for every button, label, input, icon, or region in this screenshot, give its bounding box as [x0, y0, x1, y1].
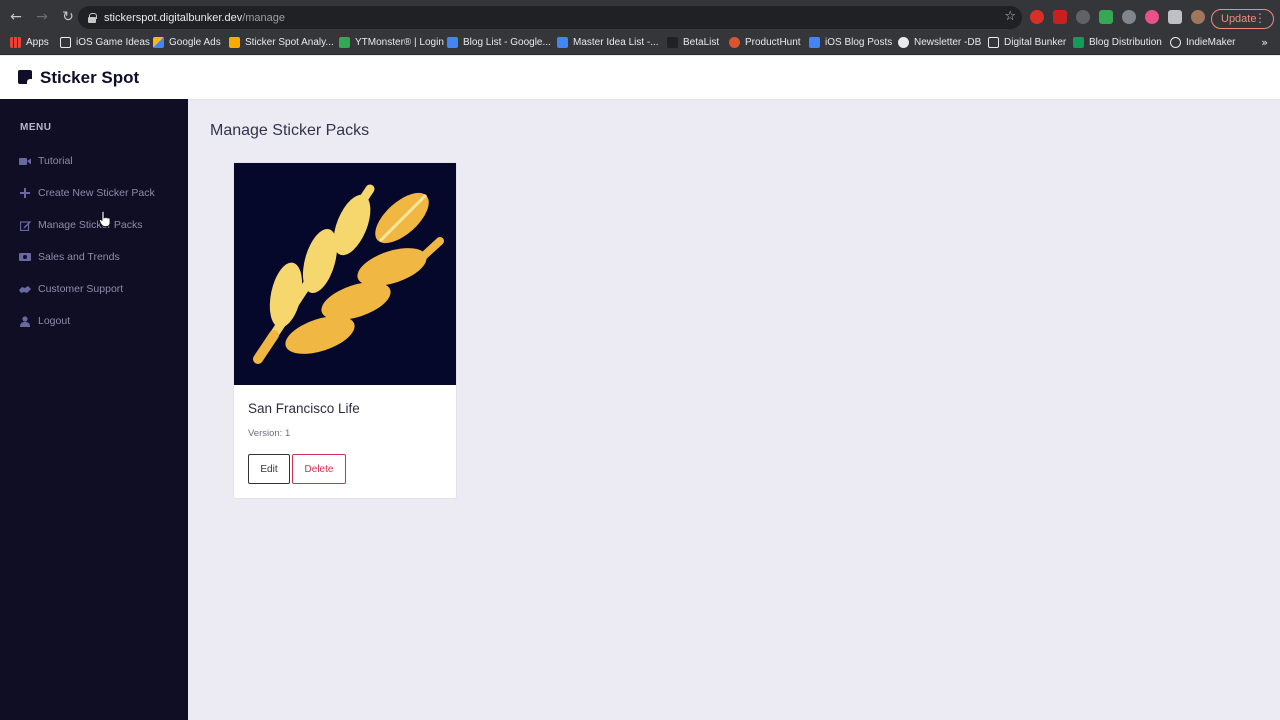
producthunt-icon	[729, 37, 740, 48]
address-bar[interactable]: stickerspot.digitalbunker.dev/manage ☆	[78, 6, 1022, 29]
sidebar: MENU Tutorial Create New Sticker Pack Ma…	[0, 99, 188, 720]
apps-grid-icon	[10, 37, 21, 48]
bookmark-blog-distribution[interactable]: Blog Distribution	[1073, 37, 1162, 48]
bookmark-label: YTMonster® | Login	[355, 37, 444, 48]
bookmark-digital-bunker[interactable]: Digital Bunker	[988, 37, 1066, 48]
bookmark-sticker-spot-analytics[interactable]: Sticker Spot Analy...	[229, 37, 334, 48]
sticker-pack-version: Version: 1	[248, 428, 291, 439]
bookmark-label: iOS Game Ideas	[76, 37, 150, 48]
bookmark-star-icon[interactable]: ☆	[1004, 9, 1016, 24]
user-icon	[19, 315, 31, 327]
sticker-pack-card: San Francisco Life Version: 1 Edit Delet…	[233, 162, 457, 499]
back-arrow-icon[interactable]: ←	[5, 6, 27, 28]
menu-heading: MENU	[20, 122, 52, 133]
sidebar-item-label: Manage Sticker Packs	[38, 219, 143, 231]
sticker-logo-icon[interactable]	[18, 70, 32, 84]
betalist-icon	[667, 37, 678, 48]
bookmark-label: Blog List - Google...	[463, 37, 551, 48]
ytmonster-icon	[339, 37, 350, 48]
extension-green-icon[interactable]	[1099, 10, 1113, 24]
update-button[interactable]: Update ⋮	[1211, 9, 1274, 29]
url-host: stickerspot.digitalbunker.dev	[104, 11, 243, 24]
bookmark-newsletter[interactable]: Newsletter -DB	[898, 37, 981, 48]
google-sheets-icon	[1073, 37, 1084, 48]
google-docs-icon	[809, 37, 820, 48]
extension-arrow-icon[interactable]	[1076, 10, 1090, 24]
globe-icon	[898, 37, 909, 48]
app-header: Sticker Spot	[0, 56, 1280, 99]
sidebar-item-customer-support[interactable]: Customer Support	[19, 281, 123, 297]
sidebar-item-label: Logout	[38, 315, 71, 327]
wheat-icon	[253, 184, 444, 364]
sticker-pack-title: San Francisco Life	[248, 401, 360, 416]
profile-avatar[interactable]	[1191, 10, 1205, 24]
money-icon	[19, 251, 31, 263]
bookmark-ios-game-ideas[interactable]: iOS Game Ideas	[60, 37, 150, 48]
bookmark-label: Apps	[26, 37, 49, 48]
extension-pink-icon[interactable]	[1145, 10, 1159, 24]
bookmark-label: Google Ads	[169, 37, 221, 48]
google-docs-icon	[447, 37, 458, 48]
bookmarks-more-icon[interactable]: »	[1261, 36, 1268, 49]
bookmark-label: Master Idea List -...	[573, 37, 659, 48]
sidebar-item-label: Create New Sticker Pack	[38, 187, 155, 199]
bookmark-label: Digital Bunker	[1004, 37, 1067, 48]
update-label: Update	[1221, 13, 1257, 25]
bookmark-master-idea-list[interactable]: Master Idea List -...	[557, 37, 659, 48]
bookmark-producthunt[interactable]: ProductHunt	[729, 37, 801, 48]
google-ads-icon	[153, 37, 164, 48]
analytics-icon	[229, 37, 240, 48]
bookmark-label: Sticker Spot Analy...	[245, 37, 334, 48]
bookmark-indiemaker[interactable]: IndieMaker	[1170, 37, 1235, 48]
hand-cursor-icon	[98, 210, 111, 232]
sidebar-item-sales-and-trends[interactable]: Sales and Trends	[19, 249, 120, 265]
indiemaker-icon	[1170, 37, 1181, 48]
sticker-pack-image[interactable]	[234, 163, 456, 385]
bookmark-blog-list[interactable]: Blog List - Google...	[447, 37, 551, 48]
url-text: stickerspot.digitalbunker.dev/manage	[104, 12, 285, 24]
folder-icon	[60, 37, 71, 48]
bookmark-label: IndieMaker	[1186, 37, 1236, 48]
edit-button[interactable]: Edit	[248, 454, 290, 484]
bookmark-google-ads[interactable]: Google Ads	[153, 37, 221, 48]
bookmark-ytmonster[interactable]: YTMonster® | Login	[339, 37, 444, 48]
plus-icon	[19, 187, 31, 199]
handshake-icon	[19, 283, 31, 295]
more-vert-icon: ⋮	[1254, 11, 1266, 25]
bookmark-label: iOS Blog Posts	[825, 37, 893, 48]
bookmark-label: Newsletter -DB	[914, 37, 982, 48]
sidebar-item-label: Sales and Trends	[38, 251, 120, 263]
bookmark-label: Blog Distribution	[1089, 37, 1162, 48]
video-camera-icon	[19, 155, 31, 167]
extension-lock-icon[interactable]	[1053, 10, 1067, 24]
extension-gray-icon[interactable]	[1122, 10, 1136, 24]
sidebar-item-manage-sticker-packs[interactable]: Manage Sticker Packs	[19, 217, 142, 233]
bookmark-apps[interactable]: Apps	[10, 37, 49, 48]
folder-icon	[988, 37, 999, 48]
puzzle-icon[interactable]	[1168, 10, 1182, 24]
delete-button[interactable]: Delete	[292, 454, 346, 484]
google-docs-icon	[557, 37, 568, 48]
reload-icon[interactable]: ↻	[57, 6, 79, 28]
browser-toolbar: ← → ↻ stickerspot.digitalbunker.dev/mana…	[0, 0, 1280, 33]
sidebar-item-tutorial[interactable]: Tutorial	[19, 153, 73, 169]
url-path: /manage	[242, 11, 285, 24]
bookmark-label: ProductHunt	[745, 37, 801, 48]
lock-icon	[88, 12, 97, 23]
bookmark-label: BetaList	[683, 37, 720, 48]
sidebar-item-logout[interactable]: Logout	[19, 313, 70, 329]
sidebar-item-label: Customer Support	[38, 283, 124, 295]
app-logo-text[interactable]: Sticker Spot	[40, 68, 139, 88]
extensions-bar	[1030, 10, 1205, 24]
sidebar-item-label: Tutorial	[38, 155, 73, 167]
edit-icon	[19, 219, 31, 231]
forward-arrow-icon[interactable]: →	[31, 6, 53, 28]
bookmarks-bar: Apps iOS Game Ideas Google Ads Sticker S…	[0, 33, 1280, 55]
sidebar-item-create-new-sticker-pack[interactable]: Create New Sticker Pack	[19, 185, 155, 201]
bookmark-betalist[interactable]: BetaList	[667, 37, 719, 48]
extension-red-icon[interactable]	[1030, 10, 1044, 24]
bookmark-ios-blog-posts[interactable]: iOS Blog Posts	[809, 37, 892, 48]
page-title: Manage Sticker Packs	[210, 122, 370, 139]
